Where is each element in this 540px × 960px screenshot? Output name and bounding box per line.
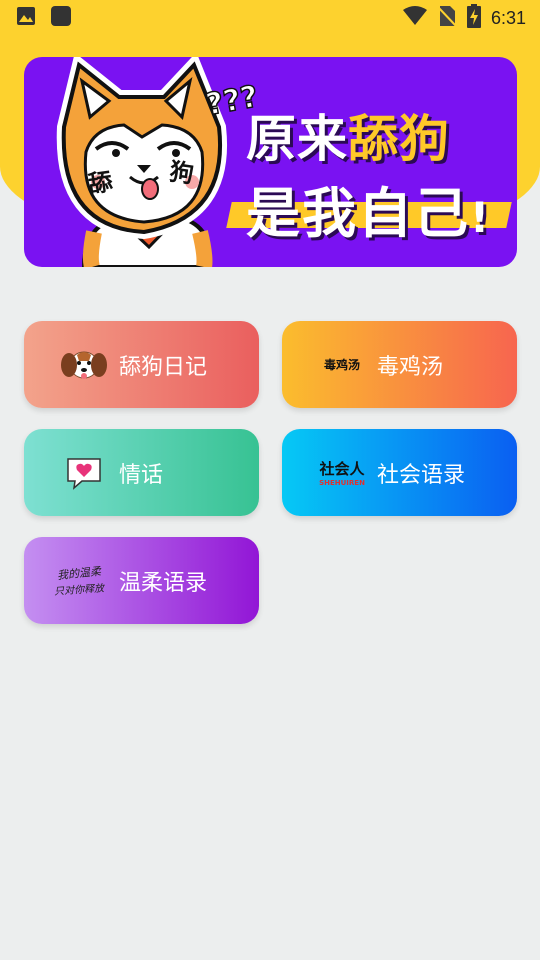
menu-item-society-quotes[interactable]: 社会人 SHEHUIREN 社会语录 [282, 429, 517, 516]
heart-bubble-icon [54, 449, 114, 497]
handwriting-text-2: 只对你释放 [53, 583, 105, 598]
menu-item-lick-dog-diary[interactable]: 舔狗日记 [24, 321, 259, 408]
status-bar: 6:31 [0, 0, 540, 36]
character-tag-1: 舔 [86, 167, 115, 199]
menu-item-label: 舔狗日记 [119, 354, 208, 380]
menu-item-gentle-quotes[interactable]: 我的温柔 只对你释放 温柔语录 [24, 537, 259, 624]
clock: 6:31 [490, 7, 526, 28]
no-sim-icon [437, 5, 457, 31]
character-tag-2: 狗 [167, 157, 196, 189]
menu-item-label: 情话 [119, 462, 164, 488]
menu-item-poison-chicken-soup[interactable]: 毒鸡汤 毒鸡汤 [282, 321, 517, 408]
menu-item-label: 温柔语录 [119, 570, 208, 596]
poison-soup-text-icon: 毒鸡汤 [312, 341, 372, 389]
wifi-icon [402, 6, 427, 30]
society-person-icon: 社会人 SHEHUIREN [312, 449, 372, 497]
banner[interactable]: ??? 原来舔狗 是我自己! 舔 狗 [24, 57, 517, 267]
dog-icon [54, 341, 114, 389]
poison-soup-icon-text: 毒鸡汤 [323, 358, 360, 372]
app-icon [50, 5, 72, 31]
battery-charging-icon [466, 4, 481, 32]
banner-title-line2: 是我自己! [246, 182, 492, 245]
handwriting-icon: 我的温柔 只对你释放 [44, 557, 114, 605]
menu-item-love-words[interactable]: 情话 [24, 429, 259, 516]
banner-title-line1: 原来舔狗 [246, 110, 450, 168]
image-icon [16, 6, 36, 30]
society-icon-subtext: SHEHUIREN [319, 479, 365, 487]
menu-item-label: 毒鸡汤 [377, 354, 444, 380]
menu-item-label: 社会语录 [377, 462, 466, 488]
society-icon-text: 社会人 [319, 460, 365, 478]
